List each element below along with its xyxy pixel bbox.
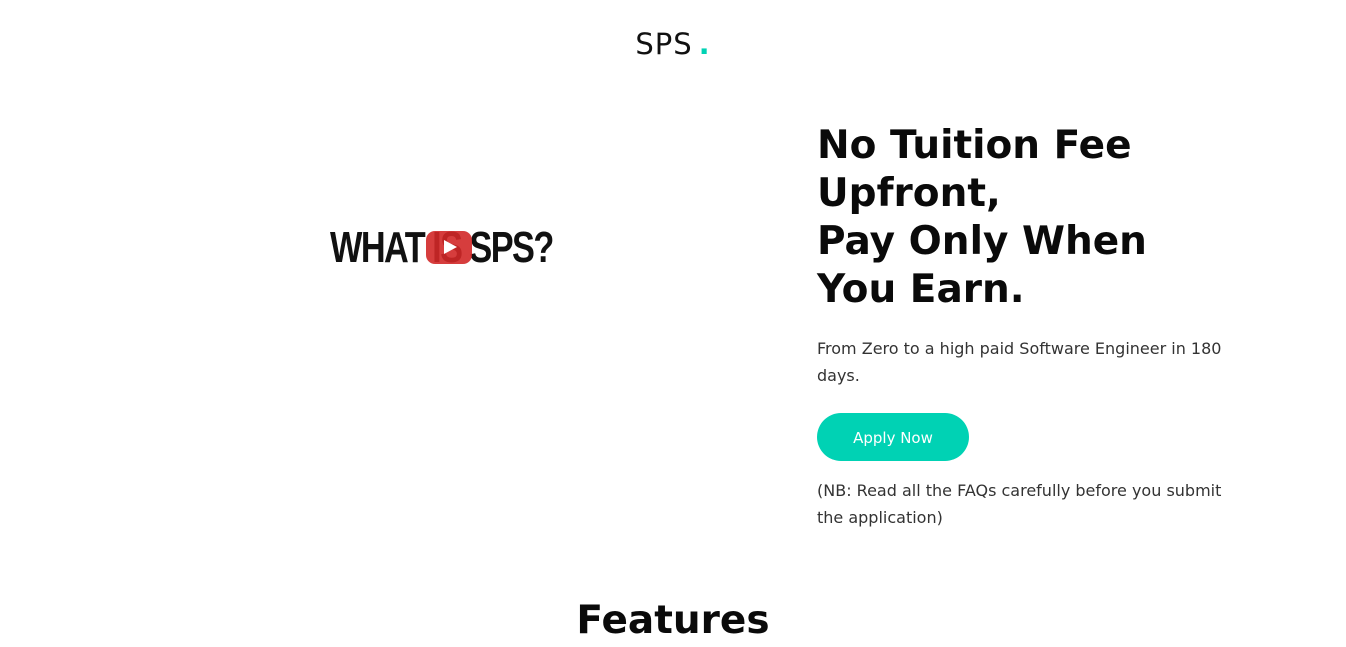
intro-video-thumbnail[interactable]: WHAT IS SPS? bbox=[330, 222, 562, 274]
headline-line: You Earn. bbox=[817, 267, 1025, 312]
hero-headline: No Tuition Fee Upfront, Pay Only When Yo… bbox=[817, 122, 1237, 314]
headline-line: Upfront, bbox=[817, 171, 1001, 216]
site-logo[interactable]: SPS. bbox=[0, 27, 1346, 61]
hero-content: No Tuition Fee Upfront, Pay Only When Yo… bbox=[817, 122, 1237, 531]
logo-text: SPS bbox=[635, 27, 693, 61]
play-triangle-icon bbox=[444, 240, 457, 254]
features-heading: Features bbox=[576, 598, 770, 643]
landing-page: SPS. WHAT IS SPS? No Tuition Fee Upfront… bbox=[0, 0, 1346, 647]
headline-line: Pay Only When bbox=[817, 219, 1147, 264]
headline-line: No Tuition Fee bbox=[817, 123, 1132, 168]
youtube-play-icon[interactable] bbox=[426, 231, 472, 264]
logo-dot: . bbox=[698, 27, 711, 61]
apply-now-button[interactable]: Apply Now bbox=[817, 413, 969, 461]
faq-note: (NB: Read all the FAQs carefully before … bbox=[817, 481, 1222, 527]
hero-subtext: From Zero to a high paid Software Engine… bbox=[817, 339, 1222, 385]
